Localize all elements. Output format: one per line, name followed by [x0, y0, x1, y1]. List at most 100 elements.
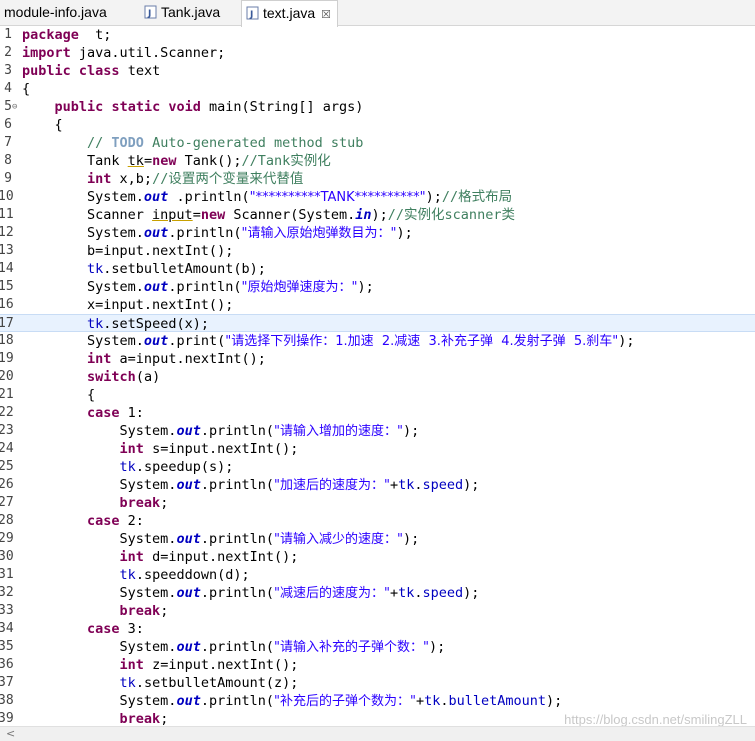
- code-line[interactable]: 31 tk.speeddown(d);: [0, 566, 755, 584]
- code-line[interactable]: 8 Tank tk=new Tank();//Tank实例化: [0, 152, 755, 170]
- code-line[interactable]: 5 ⊖ public static void main(String[] args…: [0, 98, 755, 116]
- tab-label: text.java: [263, 5, 316, 21]
- code-line[interactable]: 27 break;: [0, 494, 755, 512]
- code-text: int z=input.nextInt();: [119, 657, 299, 673]
- line-number: 22: [0, 405, 14, 420]
- code-line[interactable]: 32 System.out.println("减速后的速度为："+tk.spee…: [0, 584, 755, 602]
- code-line[interactable]: 17 tk.setSpeed(x);: [0, 314, 755, 332]
- line-number: 26: [0, 477, 14, 492]
- code-line[interactable]: 24 int s=input.nextInt();: [0, 440, 755, 458]
- code-editor[interactable]: 1 package t; 2 import java.util.Scanner; 3 pu…: [0, 26, 755, 726]
- svg-text:J: J: [147, 9, 151, 19]
- code-line[interactable]: 25 tk.speedup(s);: [0, 458, 755, 476]
- code-text: int s=input.nextInt();: [119, 441, 299, 457]
- code-text: break;: [119, 711, 169, 726]
- code-line[interactable]: 1 package t;: [0, 26, 755, 44]
- line-number: 9: [4, 171, 12, 186]
- tab-text-java[interactable]: J text.java ☒: [241, 0, 339, 27]
- code-text: System.out.print("请选择下列操作：1.加速 2.减速 3.补充…: [22, 333, 635, 349]
- code-line[interactable]: 2 import java.util.Scanner;: [0, 44, 755, 62]
- line-number: 17: [0, 316, 14, 331]
- line-number: 29: [0, 531, 14, 546]
- code-text: break;: [119, 495, 169, 511]
- code-text: Scanner input=new Scanner(System.in);//实…: [22, 207, 515, 223]
- code-text: case 2:: [87, 513, 144, 529]
- code-text: {: [22, 117, 63, 133]
- code-line[interactable]: 23 System.out.println("请输入增加的速度：");: [0, 422, 755, 440]
- scroll-left-icon[interactable]: <: [6, 727, 15, 741]
- code-text: System.out.println("减速后的速度为："+tk.speed);: [22, 585, 480, 601]
- code-line[interactable]: 13 b=input.nextInt();: [0, 242, 755, 260]
- code-text: System.out.println("补充后的子弹个数为："+tk.bulle…: [22, 693, 563, 709]
- java-file-icon: J: [144, 5, 157, 19]
- code-line[interactable]: 15 System.out.println("原始炮弹速度为：");: [0, 278, 755, 296]
- code-line[interactable]: 22 case 1:: [0, 404, 755, 422]
- code-line[interactable]: 19 int a=input.nextInt();: [0, 350, 755, 368]
- code-line[interactable]: 7 // TODO Auto-generated method stub: [0, 134, 755, 152]
- line-number: 23: [0, 423, 14, 438]
- code-line[interactable]: 20 switch(a): [0, 368, 755, 386]
- code-text: x=input.nextInt();: [22, 297, 234, 313]
- code-text: break;: [119, 603, 169, 619]
- line-number: 3: [4, 63, 12, 78]
- close-icon[interactable]: ☒: [321, 9, 331, 21]
- line-number: 32: [0, 585, 14, 600]
- code-line[interactable]: 4{: [0, 80, 755, 98]
- watermark: https://blog.csdn.net/smilingZLL: [564, 712, 747, 727]
- code-line[interactable]: 29 System.out.println("请输入减少的速度：");: [0, 530, 755, 548]
- code-line[interactable]: 6 {: [0, 116, 755, 134]
- fold-toggle-icon[interactable]: ⊖: [12, 98, 17, 116]
- code-line[interactable]: 12 System.out.println("请输入原始炮弹数目为：");: [0, 224, 755, 242]
- line-number: 19: [0, 351, 14, 366]
- code-line[interactable]: 26 System.out.println("加速后的速度为："+tk.spee…: [0, 476, 755, 494]
- line-number: 28: [0, 513, 14, 528]
- code-line[interactable]: 38 System.out.println("补充后的子弹个数为："+tk.bu…: [0, 692, 755, 710]
- code-text: {: [22, 387, 96, 403]
- code-line[interactable]: 11 Scanner input=new Scanner(System.in);…: [0, 206, 755, 224]
- code-line[interactable]: 33 break;: [0, 602, 755, 620]
- editor-tab-bar: module-info.java J Tank.java J text.java…: [0, 0, 755, 27]
- code-text: System.out.println("请输入原始炮弹数目为：");: [22, 225, 413, 241]
- code-line[interactable]: 16 x=input.nextInt();: [0, 296, 755, 314]
- code-line[interactable]: 9 int x,b;//设置两个变量来代替值: [0, 170, 755, 188]
- code-line[interactable]: 3 public class text: [0, 62, 755, 80]
- code-line[interactable]: 35 System.out.println("请输入补充的子弹个数：");: [0, 638, 755, 656]
- code-text: package t;: [22, 27, 112, 43]
- tab-tank-java[interactable]: J Tank.java: [144, 0, 220, 25]
- code-line[interactable]: 28 case 2:: [0, 512, 755, 530]
- code-text: int d=input.nextInt();: [119, 549, 299, 565]
- code-line[interactable]: 37 tk.setbulletAmount(z);: [0, 674, 755, 692]
- line-number: 1: [4, 27, 12, 42]
- code-text: tk.setbulletAmount(b);: [87, 261, 266, 277]
- line-number: 5: [4, 99, 12, 114]
- horizontal-scrollbar[interactable]: <: [0, 726, 755, 741]
- line-number: 16: [0, 297, 14, 312]
- code-line[interactable]: 21 {: [0, 386, 755, 404]
- tab-module-info[interactable]: module-info.java: [4, 0, 107, 25]
- code-line[interactable]: 34 case 3:: [0, 620, 755, 638]
- code-text: System.out .println("**********TANK*****…: [22, 189, 513, 205]
- code-text: public class text: [22, 63, 161, 79]
- line-number: 30: [0, 549, 14, 564]
- svg-text:J: J: [249, 10, 253, 20]
- line-number: 8: [4, 153, 12, 168]
- code-line[interactable]: 36 int z=input.nextInt();: [0, 656, 755, 674]
- line-number: 10: [0, 189, 14, 204]
- code-text: tk.setbulletAmount(z);: [119, 675, 299, 691]
- code-line[interactable]: 14 tk.setbulletAmount(b);: [0, 260, 755, 278]
- code-text: System.out.println("请输入补充的子弹个数：");: [22, 639, 446, 655]
- code-line[interactable]: 30 int d=input.nextInt();: [0, 548, 755, 566]
- line-number: 4: [4, 81, 12, 96]
- line-number: 25: [0, 459, 14, 474]
- code-line[interactable]: 10 System.out .println("**********TANK**…: [0, 188, 755, 206]
- line-number: 13: [0, 243, 14, 258]
- code-text: tk.setSpeed(x);: [87, 316, 209, 332]
- java-file-icon: J: [246, 6, 259, 20]
- code-line[interactable]: 18 System.out.print("请选择下列操作：1.加速 2.减速 3…: [0, 332, 755, 350]
- code-text: int x,b;//设置两个变量来代替值: [87, 171, 304, 187]
- code-text: System.out.println("原始炮弹速度为：");: [22, 279, 374, 295]
- tab-label: module-info.java: [4, 4, 107, 20]
- code-text: {: [22, 81, 31, 97]
- line-number: 31: [0, 567, 14, 582]
- code-text: b=input.nextInt();: [22, 243, 234, 259]
